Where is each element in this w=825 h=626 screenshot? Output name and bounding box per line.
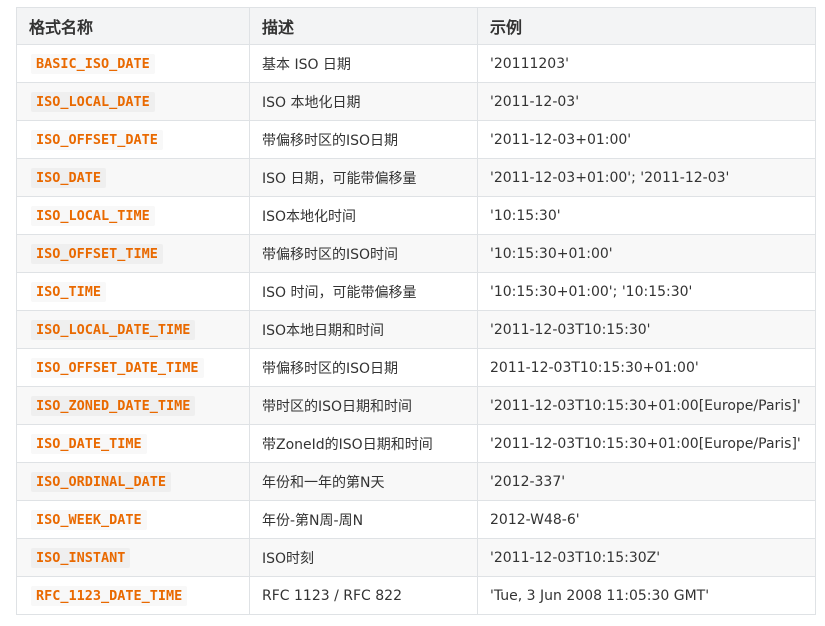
table-row: ISO_OFFSET_DATE_TIME 带偏移时区的ISO日期 2011-12… xyxy=(16,348,816,387)
example-cell: '2012-337' xyxy=(477,462,816,501)
table-row: ISO_TIME ISO 时间，可能带偏移量 '10:15:30+01:00';… xyxy=(16,272,816,311)
description-cell: ISO本地日期和时间 xyxy=(249,310,478,349)
column-header-example: 示例 xyxy=(477,7,816,45)
format-name-cell: BASIC_ISO_DATE xyxy=(16,44,250,83)
description-cell: ISO 日期，可能带偏移量 xyxy=(249,158,478,197)
format-name-code: ISO_TIME xyxy=(31,281,107,302)
table-row: ISO_ORDINAL_DATE 年份和一年的第N天 '2012-337' xyxy=(16,462,816,501)
format-name-code: ISO_INSTANT xyxy=(31,547,131,568)
table-header-row: 格式名称 描述 示例 xyxy=(16,7,816,45)
column-header-description: 描述 xyxy=(249,7,478,45)
table-row: ISO_LOCAL_DATE_TIME ISO本地日期和时间 '2011-12-… xyxy=(16,310,816,349)
table-row: ISO_OFFSET_DATE 带偏移时区的ISO日期 '2011-12-03+… xyxy=(16,120,816,159)
table-row: ISO_ZONED_DATE_TIME 带时区的ISO日期和时间 '2011-1… xyxy=(16,386,816,425)
description-cell: 带偏移时区的ISO时间 xyxy=(249,234,478,273)
format-name-cell: ISO_TIME xyxy=(16,272,250,311)
format-name-cell: RFC_1123_DATE_TIME xyxy=(16,576,250,615)
description-cell: RFC 1123 / RFC 822 xyxy=(249,576,478,615)
format-name-code: ISO_DATE xyxy=(31,167,107,188)
example-cell: '2011-12-03T10:15:30Z' xyxy=(477,538,816,577)
example-cell: '10:15:30+01:00' xyxy=(477,234,816,273)
description-cell: 带时区的ISO日期和时间 xyxy=(249,386,478,425)
table-header: 格式名称 描述 示例 xyxy=(16,7,816,45)
description-cell: ISO 本地化日期 xyxy=(249,82,478,121)
table-row: ISO_OFFSET_TIME 带偏移时区的ISO时间 '10:15:30+01… xyxy=(16,234,816,273)
format-name-cell: ISO_OFFSET_DATE_TIME xyxy=(16,348,250,387)
format-name-code: ISO_OFFSET_DATE xyxy=(31,129,163,150)
table-row: ISO_LOCAL_TIME ISO本地化时间 '10:15:30' xyxy=(16,196,816,235)
format-name-code: ISO_DATE_TIME xyxy=(31,433,147,454)
format-name-code: ISO_WEEK_DATE xyxy=(31,509,147,530)
format-name-code: ISO_OFFSET_DATE_TIME xyxy=(31,357,204,378)
example-cell: '2011-12-03T10:15:30+01:00[Europe/Paris]… xyxy=(477,424,816,463)
description-cell: 带ZoneId的ISO日期和时间 xyxy=(249,424,478,463)
example-cell: 2012-W48-6' xyxy=(477,500,816,539)
format-name-cell: ISO_LOCAL_DATE xyxy=(16,82,250,121)
format-name-code: ISO_LOCAL_TIME xyxy=(31,205,155,226)
format-name-cell: ISO_OFFSET_TIME xyxy=(16,234,250,273)
description-cell: 年份-第N周-周N xyxy=(249,500,478,539)
example-cell: '20111203' xyxy=(477,44,816,83)
example-cell: '2011-12-03+01:00'; '2011-12-03' xyxy=(477,158,816,197)
description-cell: ISO时刻 xyxy=(249,538,478,577)
table-row: BASIC_ISO_DATE 基本 ISO 日期 '20111203' xyxy=(16,44,816,83)
format-name-code: ISO_ORDINAL_DATE xyxy=(31,471,172,492)
format-name-cell: ISO_ZONED_DATE_TIME xyxy=(16,386,250,425)
description-cell: 带偏移时区的ISO日期 xyxy=(249,120,478,159)
format-name-cell: ISO_OFFSET_DATE xyxy=(16,120,250,159)
format-name-cell: ISO_INSTANT xyxy=(16,538,250,577)
example-cell: '2011-12-03T10:15:30' xyxy=(477,310,816,349)
table-row: ISO_DATE ISO 日期，可能带偏移量 '2011-12-03+01:00… xyxy=(16,158,816,197)
example-cell: '2011-12-03T10:15:30+01:00[Europe/Paris]… xyxy=(477,386,816,425)
description-cell: 年份和一年的第N天 xyxy=(249,462,478,501)
example-cell: '2011-12-03' xyxy=(477,82,816,121)
table-row: ISO_DATE_TIME 带ZoneId的ISO日期和时间 '2011-12-… xyxy=(16,424,816,463)
example-cell: 'Tue, 3 Jun 2008 11:05:30 GMT' xyxy=(477,576,816,615)
table-body: BASIC_ISO_DATE 基本 ISO 日期 '20111203' ISO_… xyxy=(16,44,816,615)
date-format-table: 格式名称 描述 示例 BASIC_ISO_DATE 基本 ISO 日期 '201… xyxy=(16,7,816,615)
format-name-cell: ISO_LOCAL_DATE_TIME xyxy=(16,310,250,349)
format-name-code: RFC_1123_DATE_TIME xyxy=(31,585,188,606)
format-name-code: BASIC_ISO_DATE xyxy=(31,53,155,74)
format-name-cell: ISO_LOCAL_TIME xyxy=(16,196,250,235)
format-name-cell: ISO_DATE xyxy=(16,158,250,197)
format-name-cell: ISO_DATE_TIME xyxy=(16,424,250,463)
description-cell: ISO本地化时间 xyxy=(249,196,478,235)
format-name-cell: ISO_WEEK_DATE xyxy=(16,500,250,539)
description-cell: 带偏移时区的ISO日期 xyxy=(249,348,478,387)
table-row: ISO_LOCAL_DATE ISO 本地化日期 '2011-12-03' xyxy=(16,82,816,121)
description-cell: 基本 ISO 日期 xyxy=(249,44,478,83)
example-cell: 2011-12-03T10:15:30+01:00' xyxy=(477,348,816,387)
format-name-code: ISO_LOCAL_DATE xyxy=(31,91,155,112)
column-header-format-name: 格式名称 xyxy=(16,7,250,45)
table-row: ISO_WEEK_DATE 年份-第N周-周N 2012-W48-6' xyxy=(16,500,816,539)
format-name-code: ISO_ZONED_DATE_TIME xyxy=(31,395,196,416)
description-cell: ISO 时间，可能带偏移量 xyxy=(249,272,478,311)
format-name-code: ISO_LOCAL_DATE_TIME xyxy=(31,319,196,340)
date-format-table-container: 格式名称 描述 示例 BASIC_ISO_DATE 基本 ISO 日期 '201… xyxy=(16,7,816,615)
example-cell: '2011-12-03+01:00' xyxy=(477,120,816,159)
format-name-code: ISO_OFFSET_TIME xyxy=(31,243,163,264)
table-row: ISO_INSTANT ISO时刻 '2011-12-03T10:15:30Z' xyxy=(16,538,816,577)
table-row: RFC_1123_DATE_TIME RFC 1123 / RFC 822 'T… xyxy=(16,576,816,615)
example-cell: '10:15:30+01:00'; '10:15:30' xyxy=(477,272,816,311)
example-cell: '10:15:30' xyxy=(477,196,816,235)
format-name-cell: ISO_ORDINAL_DATE xyxy=(16,462,250,501)
